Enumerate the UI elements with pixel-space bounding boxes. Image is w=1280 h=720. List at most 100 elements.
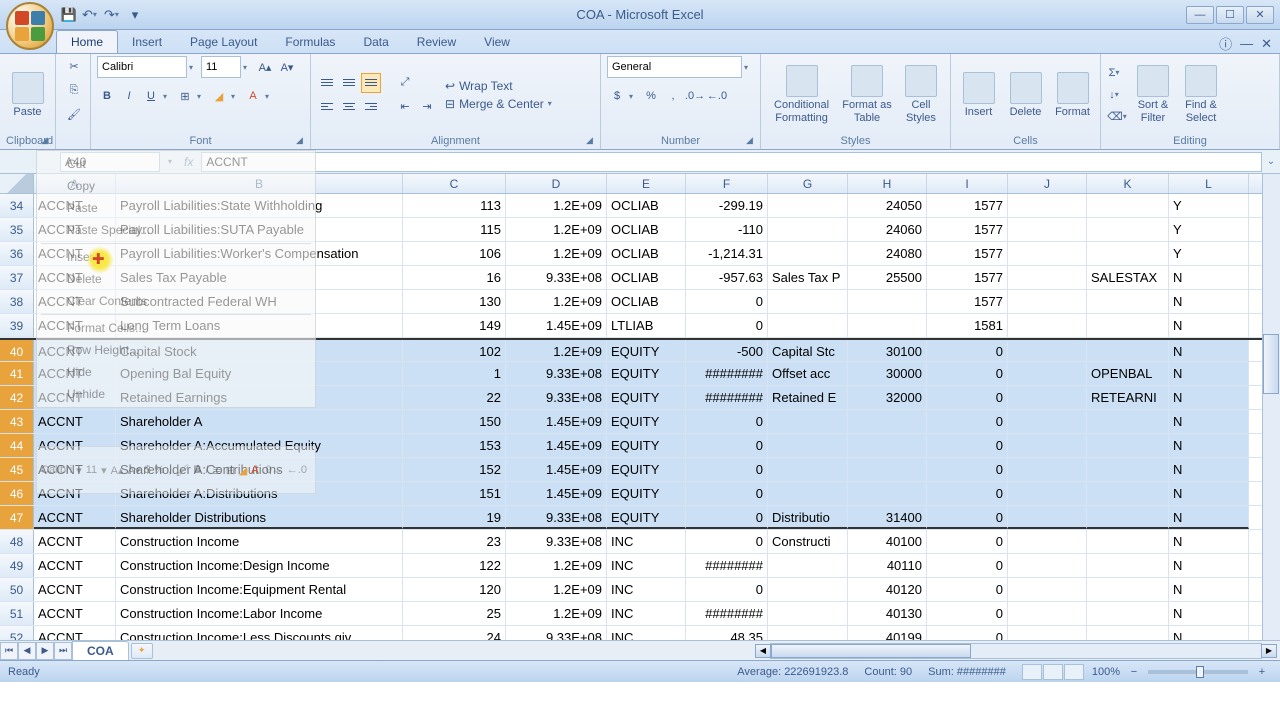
cell[interactable]: 0 (686, 530, 768, 553)
cell[interactable] (1008, 530, 1087, 553)
row-header[interactable]: 45 (0, 458, 34, 481)
cell[interactable] (1008, 386, 1087, 409)
tab-insert[interactable]: Insert (118, 31, 176, 53)
cell[interactable] (1087, 314, 1169, 337)
row-header[interactable]: 49 (0, 554, 34, 577)
cell[interactable]: Offset acc (768, 362, 848, 385)
cell[interactable] (1087, 554, 1169, 577)
cell[interactable]: -500 (686, 340, 768, 361)
format-painter-icon[interactable]: 🖌 (64, 104, 84, 124)
col-header-d[interactable]: D (506, 174, 607, 193)
vertical-scrollbar[interactable] (1262, 174, 1280, 660)
row-header[interactable]: 50 (0, 578, 34, 601)
cell[interactable] (848, 410, 927, 433)
cell[interactable]: 0 (927, 506, 1008, 529)
cell[interactable]: 1.2E+09 (506, 218, 607, 241)
select-all-button[interactable] (0, 174, 34, 193)
cell[interactable]: N (1169, 386, 1249, 409)
cell[interactable] (1087, 506, 1169, 529)
col-header-g[interactable]: G (768, 174, 848, 193)
number-format-dropdown[interactable]: ▾ (744, 63, 754, 72)
cell[interactable]: ACCNT (34, 578, 116, 601)
cell[interactable]: N (1169, 530, 1249, 553)
cell[interactable]: OPENBAL (1087, 362, 1169, 385)
cell[interactable]: 25 (403, 602, 506, 625)
cell[interactable]: LTLIAB (607, 314, 686, 337)
font-launcher[interactable]: ◢ (296, 135, 308, 147)
cell[interactable]: ######## (686, 602, 768, 625)
number-format-input[interactable] (607, 56, 742, 78)
view-page-break-button[interactable] (1064, 664, 1084, 680)
cell[interactable]: Construction Income:Less Discounts giv (116, 626, 403, 640)
sheet-nav-first[interactable]: ⏮ (0, 642, 18, 660)
cell[interactable]: Construction Income:Labor Income (116, 602, 403, 625)
size-dropdown[interactable]: ▾ (243, 63, 253, 72)
cell[interactable] (768, 242, 848, 265)
cell[interactable] (768, 290, 848, 313)
row-header[interactable]: 37 (0, 266, 34, 289)
cell[interactable] (1008, 626, 1087, 640)
sheet-nav-last[interactable]: ⏭ (54, 642, 72, 660)
ctx-insert[interactable]: Insert (37, 246, 315, 268)
cell[interactable]: 9.33E+08 (506, 530, 607, 553)
cell[interactable]: Shareholder A (116, 410, 403, 433)
cell[interactable]: 0 (927, 530, 1008, 553)
font-color-icon[interactable]: A (243, 86, 263, 106)
ribbon-minimize-icon[interactable]: — (1240, 36, 1253, 51)
cell[interactable] (1087, 530, 1169, 553)
undo-icon[interactable]: ↶▾ (82, 6, 100, 24)
office-button[interactable] (6, 2, 54, 50)
row-header[interactable]: 48 (0, 530, 34, 553)
format-as-table-button[interactable]: Format as Table (840, 65, 894, 123)
cell[interactable]: OCLIAB (607, 266, 686, 289)
find-select-button[interactable]: Find & Select (1179, 65, 1223, 123)
cell[interactable]: ACCNT (34, 530, 116, 553)
cell[interactable]: 106 (403, 242, 506, 265)
minimize-button[interactable]: — (1186, 6, 1214, 24)
merge-center-button[interactable]: ⊟Merge & Center▾ (445, 97, 558, 111)
cell[interactable]: 1.2E+09 (506, 554, 607, 577)
cell[interactable]: 19 (403, 506, 506, 529)
cell[interactable]: 40110 (848, 554, 927, 577)
cell[interactable]: ACCNT (34, 554, 116, 577)
ctx-cut[interactable]: Cut (37, 153, 315, 175)
cell[interactable] (768, 314, 848, 337)
cell[interactable] (1087, 578, 1169, 601)
col-header-c[interactable]: C (403, 174, 506, 193)
ctx-hide[interactable]: Hide (37, 361, 315, 383)
cell[interactable]: OCLIAB (607, 290, 686, 313)
cell[interactable] (1008, 290, 1087, 313)
cell[interactable]: Construction Income (116, 530, 403, 553)
delete-cells-button[interactable]: Delete (1004, 72, 1047, 118)
cell[interactable]: INC (607, 602, 686, 625)
view-page-layout-button[interactable] (1043, 664, 1063, 680)
tab-view[interactable]: View (470, 31, 524, 53)
cell[interactable]: 40130 (848, 602, 927, 625)
tab-page-layout[interactable]: Page Layout (176, 31, 271, 53)
row-header[interactable]: 43 (0, 410, 34, 433)
cut-icon[interactable]: ✂ (64, 56, 84, 76)
cell[interactable]: INC (607, 530, 686, 553)
sheet-nav-prev[interactable]: ◀ (18, 642, 36, 660)
align-middle-icon[interactable] (339, 73, 359, 93)
cell[interactable]: ######## (686, 386, 768, 409)
cell[interactable] (1087, 458, 1169, 481)
cell[interactable]: 1.2E+09 (506, 242, 607, 265)
cell[interactable] (1087, 290, 1169, 313)
fill-icon[interactable]: ↓ ▾ (1107, 85, 1127, 105)
cell[interactable]: 1.45E+09 (506, 482, 607, 505)
ctx-clear[interactable]: Clear Contents (37, 290, 315, 312)
cell[interactable]: 32000 (848, 386, 927, 409)
cell[interactable] (1008, 506, 1087, 529)
cell[interactable]: -1,214.31 (686, 242, 768, 265)
increase-indent-icon[interactable]: ⇥ (417, 97, 437, 117)
cell[interactable]: 0 (686, 410, 768, 433)
cell[interactable] (848, 458, 927, 481)
cell[interactable]: 0 (927, 362, 1008, 385)
cell[interactable] (1008, 578, 1087, 601)
cell[interactable]: EQUITY (607, 434, 686, 457)
row-header[interactable]: 39 (0, 314, 34, 337)
cell[interactable]: N (1169, 458, 1249, 481)
cell[interactable] (1087, 410, 1169, 433)
cell[interactable]: 24060 (848, 218, 927, 241)
